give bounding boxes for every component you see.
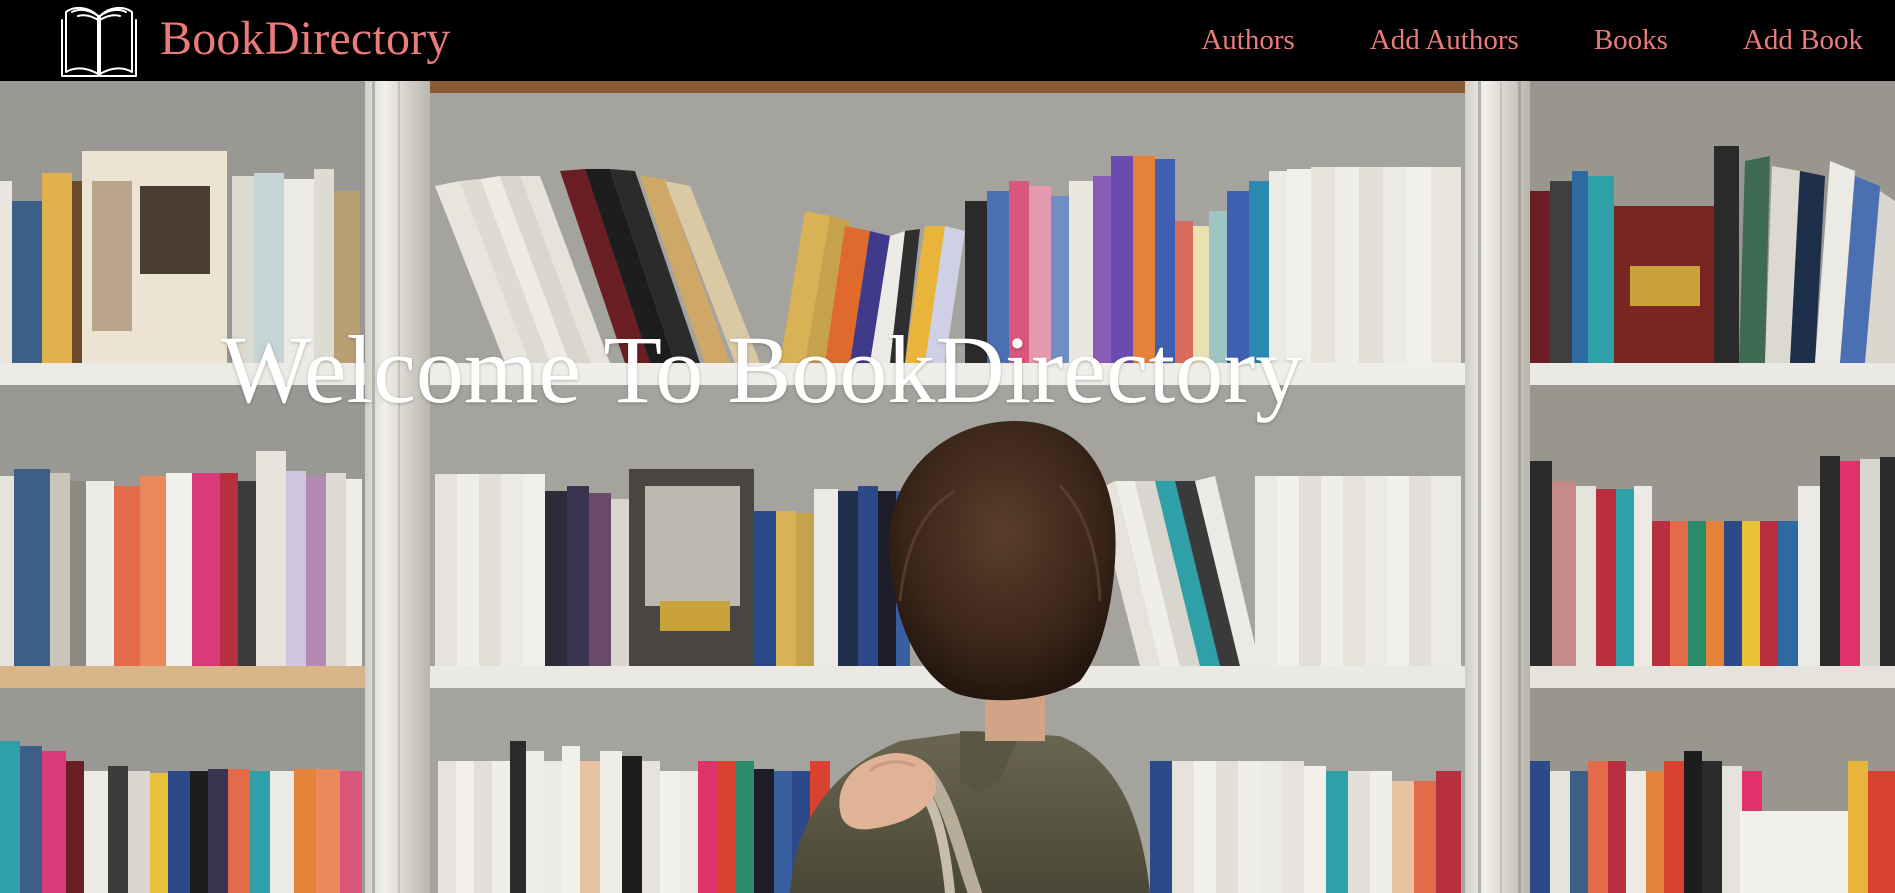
nav-item-authors[interactable]: Authors — [1201, 24, 1294, 57]
nav-item-add-book[interactable]: Add Book — [1743, 24, 1863, 57]
open-book-icon — [61, 6, 137, 77]
navbar: BookDirectory Authors Add Authors Books … — [0, 0, 1895, 81]
hero-title: Welcome To BookDirectory — [221, 316, 1304, 423]
nav-item-books[interactable]: Books — [1594, 24, 1668, 57]
nav-item-add-authors[interactable]: Add Authors — [1370, 24, 1519, 57]
brand-link[interactable]: BookDirectory — [56, 2, 451, 80]
brand-name: BookDirectory — [160, 11, 451, 65]
hero-section: Welcome To BookDirectory — [0, 81, 1895, 893]
hero-background-image — [0, 81, 1895, 893]
nav-links: Authors Add Authors Books Add Book — [1201, 24, 1863, 57]
